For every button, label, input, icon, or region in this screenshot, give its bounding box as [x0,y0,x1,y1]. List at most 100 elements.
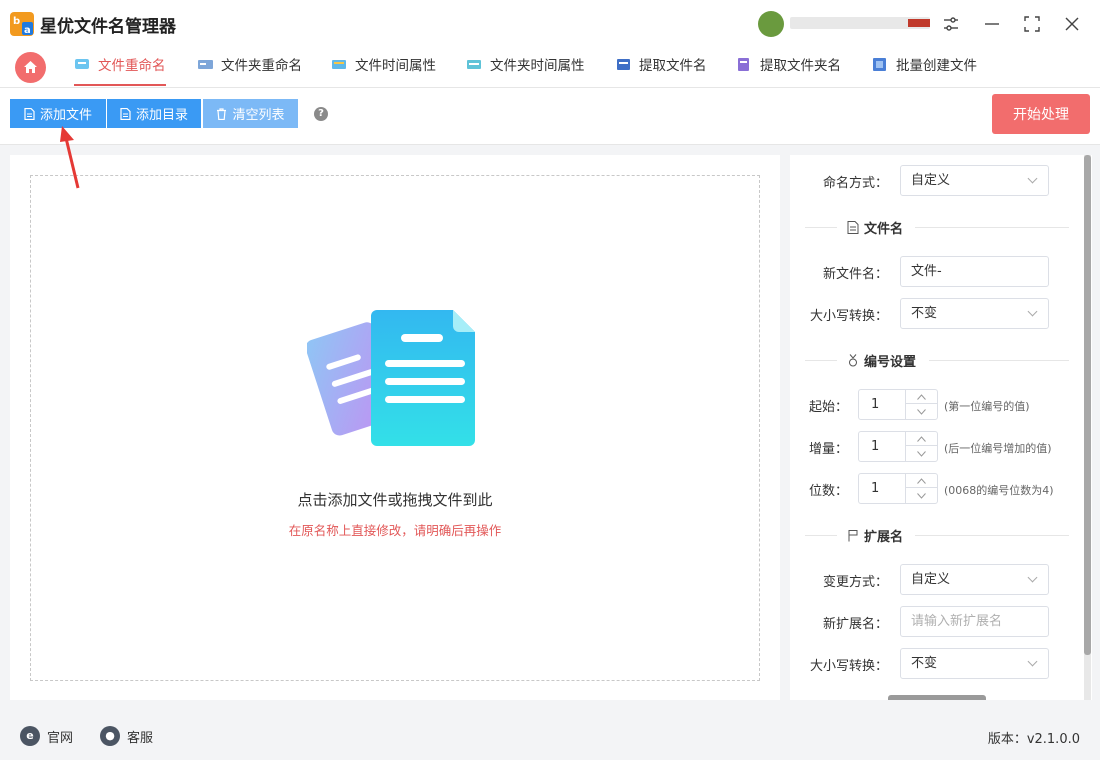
digits-label: 位数： [808,484,848,499]
website-link[interactable]: e 官网 [20,726,73,746]
tab-label: 文件时间属性 [355,58,436,74]
start-label: 起始： [808,400,848,415]
start-processing-button[interactable]: 开始处理 [992,94,1090,134]
decrement-button[interactable] [906,405,937,419]
support-label: 客服 [127,730,154,746]
add-directory-label: 添加目录 [135,108,188,123]
red-arrow-icon [60,126,80,189]
start-hint: (第一位编号的值) [944,400,1030,413]
tab-extract-filename[interactable]: 提取文件名 [615,54,707,88]
add-directory-button[interactable]: 添加目录 [107,99,201,128]
increment-stepper[interactable]: 1 [858,431,938,462]
add-file-label: 添加文件 [39,108,92,123]
digits-hint: (0068的编号位数为4) [944,484,1054,497]
change-mode-select[interactable]: 自定义 [900,564,1049,595]
settings-sliders-icon[interactable] [938,11,964,37]
clear-list-label: 清空列表 [232,108,285,123]
chat-icon: ● [100,726,120,746]
increment-button[interactable] [906,474,937,488]
filename-section-header: 文件名 [805,218,1069,237]
tab-bar: 文件重命名 文件夹重命名 文件时间属性 文件夹时间属性 提取文件名 提取文件夹名… [0,46,1100,88]
svg-text:a: a [24,25,31,36]
folder-time-icon [467,60,481,69]
drop-warning: 在原名称上直接修改，请明确后再操作 [288,523,502,538]
medal-icon [849,354,857,367]
new-extension-input[interactable]: 请输入新扩展名 [900,606,1049,637]
user-name[interactable] [790,17,930,29]
case-convert-label: 大小写转换： [809,309,888,324]
app-logo-icon: b a [10,12,34,36]
website-label: 官网 [47,730,74,746]
decrement-button[interactable] [906,489,937,503]
chevron-down-icon [917,451,926,457]
minimize-icon[interactable] [979,11,1005,37]
tab-folder-time[interactable]: 文件夹时间属性 [466,54,585,88]
chevron-down-icon [917,409,926,415]
drop-zone[interactable]: 点击添加文件或拖拽文件到此 在原名称上直接修改，请明确后再操作 [30,175,760,681]
batch-create-icon [873,58,886,71]
extract-filename-icon [617,59,630,70]
maximize-icon[interactable] [1019,11,1045,37]
document-icon [24,107,35,120]
home-button[interactable] [15,52,46,83]
extract-foldername-icon [738,58,749,71]
digits-stepper[interactable]: 1 [858,473,938,504]
naming-mode-label: 命名方式： [822,176,888,191]
user-avatar[interactable] [758,11,784,37]
tab-label: 批量创建文件 [896,58,977,74]
trash-icon [217,107,227,120]
new-filename-input[interactable]: 文件- [900,256,1049,287]
increment-hint: (后一位编号增加的值) [944,442,1052,455]
extension-case-label: 大小写转换： [809,659,888,674]
status-bar: e 官网 ● 客服 版本：v2.1.0.0 [0,710,1100,760]
version-text: 版本：v2.1.0.0 [987,732,1080,747]
tab-label: 文件夹时间属性 [490,58,585,74]
clear-list-button[interactable]: 清空列表 [203,99,298,128]
decrement-button[interactable] [906,447,937,461]
extension-section-header: 扩展名 [805,526,1069,545]
start-stepper[interactable]: 1 [858,389,938,420]
tab-label: 提取文件名 [639,58,707,74]
scrollbar-thumb[interactable] [1084,155,1091,655]
increment-button[interactable] [906,390,937,404]
file-rename-icon [75,59,89,69]
document-icon [120,107,131,120]
support-link[interactable]: ● 客服 [100,726,153,746]
start-value: 1 [871,397,880,412]
file-list-panel: 点击添加文件或拖拽文件到此 在原名称上直接修改，请明确后再操作 [10,155,780,700]
tab-label: 文件夹重命名 [221,58,302,74]
case-convert-select[interactable]: 不变 [900,298,1049,329]
increment-button[interactable] [906,432,937,446]
help-icon[interactable]: ? [314,107,328,121]
tab-file-time[interactable]: 文件时间属性 [331,54,436,88]
horizontal-scrollbar[interactable] [888,695,986,700]
settings-panel: 命名方式： 自定义 文件名 新文件名： 文件- 大小写转换： 不变 编号设置 起… [790,155,1092,700]
naming-mode-select[interactable]: 自定义 [900,165,1049,196]
new-extension-label: 新扩展名： [822,617,888,632]
tab-label: 文件重命名 [98,58,166,74]
home-icon [24,61,37,73]
chevron-up-icon [917,394,926,400]
drop-instruction: 点击添加文件或拖拽文件到此 [297,491,493,509]
numbering-section-title: 编号设置 [864,355,917,370]
tab-extract-foldername[interactable]: 提取文件夹名 [736,54,841,88]
chevron-up-icon [917,436,926,442]
documents-illustration-icon [307,310,475,446]
tab-file-rename[interactable]: 文件重命名 [74,54,166,86]
filename-section-title: 文件名 [864,222,904,237]
settings-scrollbar[interactable] [1084,155,1091,700]
toolbar: 添加文件 添加目录 清空列表 ? 开始处理 [0,88,1100,145]
folder-rename-icon [198,60,213,69]
tab-folder-rename[interactable]: 文件夹重命名 [197,54,302,88]
tab-batch-create[interactable]: 批量创建文件 [872,54,977,88]
flag-icon [848,530,858,542]
increment-value: 1 [871,439,880,454]
numbering-section-header: 编号设置 [805,351,1069,370]
close-icon[interactable] [1059,11,1085,37]
document-outline-icon [847,221,859,234]
digits-value: 1 [871,481,880,496]
chevron-up-icon [917,478,926,484]
file-time-icon [332,60,346,69]
chevron-down-icon [917,493,926,499]
extension-case-select[interactable]: 不变 [900,648,1049,679]
